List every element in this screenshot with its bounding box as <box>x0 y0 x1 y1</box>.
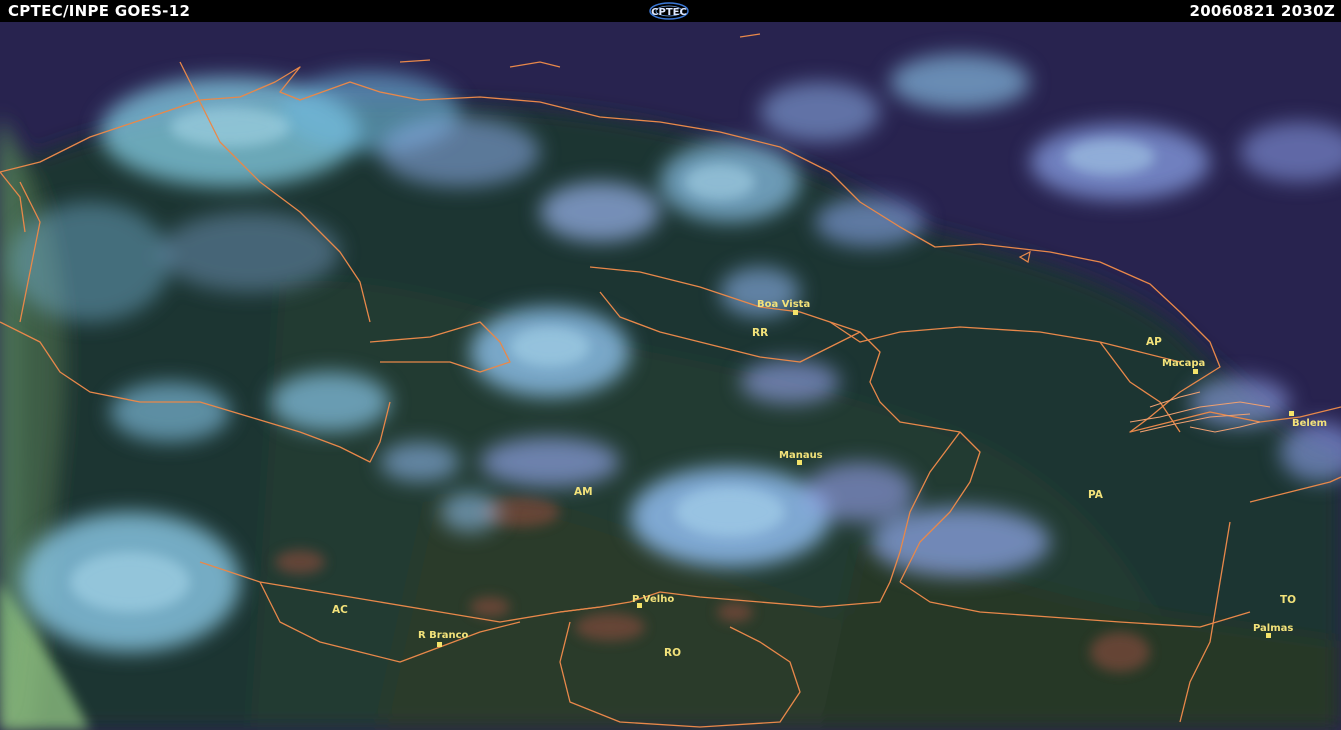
satellite-imagery: RR AP AM PA AC RO TO Boa Vista Macapa Be… <box>0 22 1341 730</box>
state-label-ac: AC <box>332 604 348 616</box>
state-label-ap: AP <box>1146 336 1162 348</box>
header-bar: CPTEC/INPE GOES-12 CPTEC 20060821 2030Z <box>0 0 1341 22</box>
state-label-rr: RR <box>752 327 768 339</box>
city-marker-manaus <box>797 460 802 465</box>
city-marker-macapa <box>1193 369 1198 374</box>
city-label-manaus: Manaus <box>779 450 823 461</box>
state-label-pa: PA <box>1088 489 1104 501</box>
city-marker-belem <box>1289 411 1294 416</box>
city-label-palmas: Palmas <box>1253 623 1293 634</box>
city-marker-p-velho <box>637 603 642 608</box>
cptec-logo: CPTEC <box>649 2 689 20</box>
state-label-ro: RO <box>664 647 681 659</box>
image-title: CPTEC/INPE GOES-12 <box>8 2 191 20</box>
image-timestamp: 20060821 2030Z <box>1189 2 1335 20</box>
city-marker-r-branco <box>437 642 442 647</box>
state-label-to: TO <box>1280 594 1296 606</box>
city-label-belem: Belem <box>1292 418 1327 429</box>
city-label-macapa: Macapa <box>1162 358 1205 369</box>
city-marker-boa-vista <box>793 310 798 315</box>
city-label-r-branco: R Branco <box>418 630 469 641</box>
city-label-boa-vista: Boa Vista <box>757 299 810 310</box>
satellite-image-frame: CPTEC/INPE GOES-12 CPTEC 20060821 2030Z <box>0 0 1341 730</box>
state-label-am: AM <box>574 486 593 498</box>
city-marker-palmas <box>1266 633 1271 638</box>
logo-text: CPTEC <box>651 7 687 18</box>
